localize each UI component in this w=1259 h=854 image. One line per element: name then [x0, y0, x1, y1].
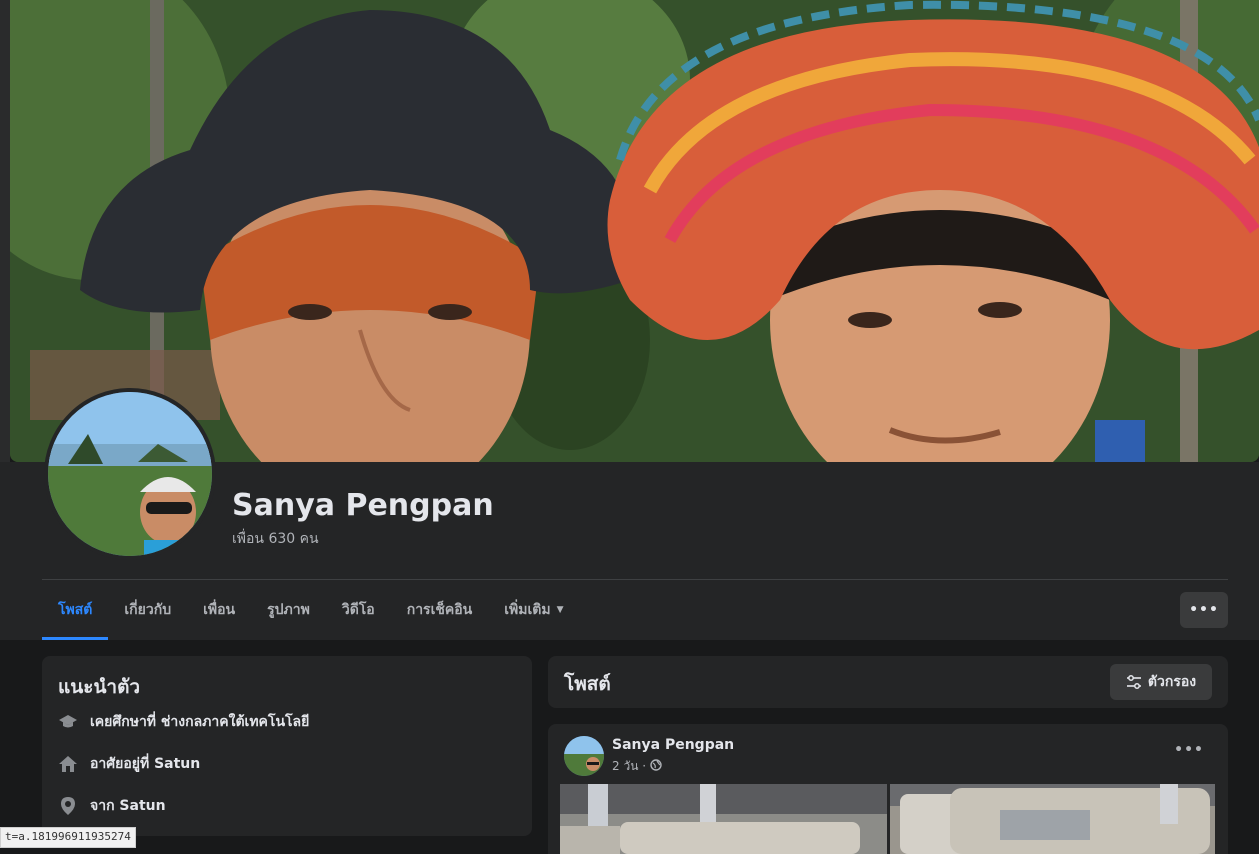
- profile-tabs: โพสต์ เกี่ยวกับ เพื่อน รูปภาพ วิดีโอ การ…: [42, 582, 580, 640]
- status-bar-url: t=a.181996911935274: [0, 827, 136, 848]
- tab-label: เพิ่มเติม: [504, 602, 551, 618]
- post-image-2[interactable]: [890, 784, 1215, 854]
- profile-more-button[interactable]: •••: [1180, 592, 1228, 628]
- post-author-avatar[interactable]: [564, 736, 604, 776]
- posts-title: โพสต์: [564, 673, 611, 695]
- profile-avatar[interactable]: [44, 388, 216, 560]
- intro-lives-in-text: อาศัยอยู่ที่ Satun: [90, 756, 201, 772]
- post-meta: 2 วัน ·: [612, 757, 662, 776]
- tab-more[interactable]: เพิ่มเติม ▼: [488, 582, 579, 638]
- filter-label: ตัวกรอง: [1147, 674, 1197, 690]
- tab-label: วิดีโอ: [341, 602, 375, 618]
- tab-label: เกี่ยวกับ: [124, 602, 172, 618]
- posts-header-card: โพสต์ ตัวกรอง: [548, 656, 1228, 708]
- location-pin-icon: [58, 796, 78, 816]
- intro-education: เคยศึกษาที่ ช่างกลภาคใต้เทคโนโลยี: [58, 711, 309, 733]
- tab-about[interactable]: เกี่ยวกับ: [108, 582, 187, 638]
- friends-count[interactable]: เพื่อน 630 คน: [232, 528, 319, 550]
- intro-lives-in: อาศัยอยู่ที่ Satun: [58, 753, 200, 775]
- intro-from-text: จาก Satun: [90, 798, 166, 814]
- tab-label: การเช็คอิน: [406, 602, 473, 618]
- post-time[interactable]: 2 วัน ·: [612, 757, 646, 776]
- intro-education-text: เคยศึกษาที่ ช่างกลภาคใต้เทคโนโลยี: [90, 714, 310, 730]
- tab-videos[interactable]: วิดีโอ: [326, 582, 391, 638]
- globe-icon: [650, 759, 662, 774]
- chevron-down-icon: ▼: [556, 605, 564, 615]
- intro-title: แนะนำตัว: [58, 676, 141, 698]
- home-icon: [58, 754, 78, 774]
- tab-label: เพื่อน: [203, 602, 236, 618]
- filter-button[interactable]: ตัวกรอง: [1110, 664, 1212, 700]
- tab-checkins[interactable]: การเช็คอิน: [391, 582, 489, 638]
- post-menu-button[interactable]: •••: [1174, 742, 1204, 758]
- tab-photos[interactable]: รูปภาพ: [251, 582, 326, 638]
- intro-card: แนะนำตัว เคยศึกษาที่ ช่างกลภาคใต้เทคโนโล…: [42, 656, 532, 836]
- post-image-1[interactable]: [560, 784, 887, 854]
- filter-icon: [1126, 675, 1141, 689]
- tab-posts[interactable]: โพสต์: [42, 582, 109, 640]
- graduation-cap-icon: [58, 712, 78, 732]
- header-divider: [42, 579, 1228, 580]
- tab-label: โพสต์: [58, 601, 93, 618]
- intro-from: จาก Satun: [58, 795, 166, 817]
- left-edge: [0, 0, 10, 462]
- tab-friends[interactable]: เพื่อน: [187, 582, 251, 638]
- profile-name: Sanya Pengpan: [232, 488, 494, 523]
- facebook-profile-page: Sanya Pengpan เพื่อน 630 คน โพสต์ เกี่ยว…: [0, 0, 1259, 854]
- cover-photo[interactable]: [10, 0, 1259, 462]
- post-card: Sanya Pengpan 2 วัน · •••: [548, 724, 1228, 854]
- post-author-name[interactable]: Sanya Pengpan: [612, 737, 734, 753]
- tab-label: รูปภาพ: [267, 602, 310, 618]
